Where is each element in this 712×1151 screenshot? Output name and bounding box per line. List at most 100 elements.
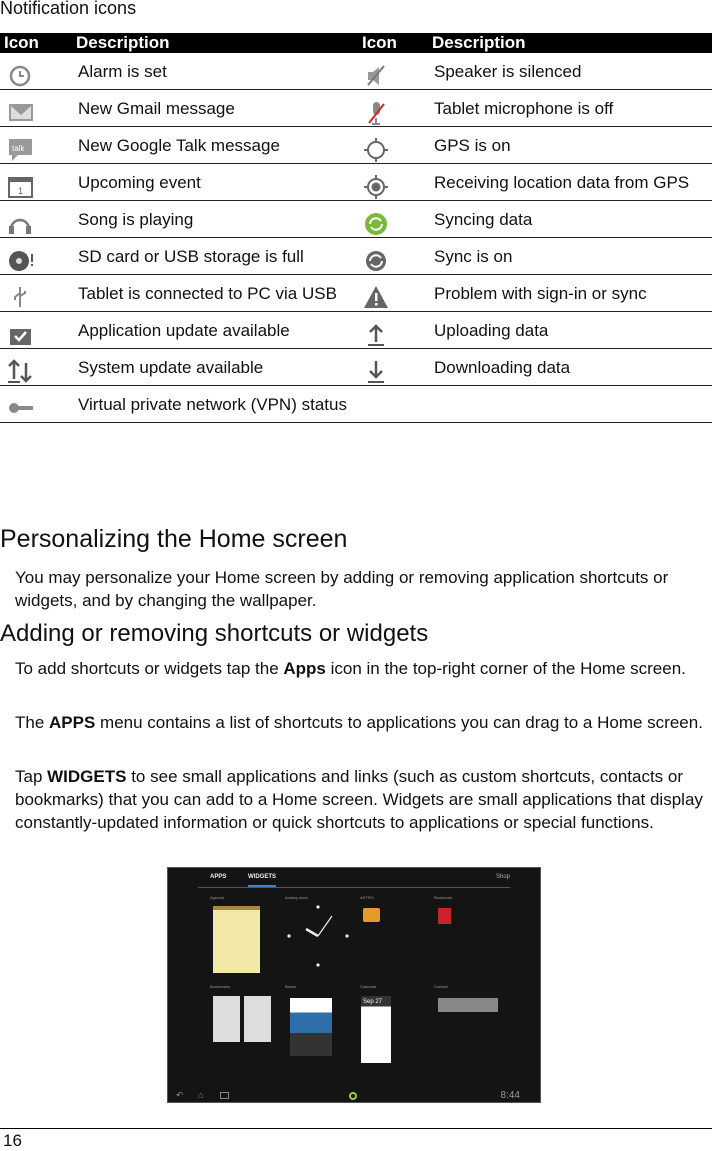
icon-cell (0, 89, 72, 127)
system-update-icon (8, 359, 32, 383)
icon-cell (358, 53, 428, 90)
analog-clock-widget (287, 905, 349, 967)
icon-cell (358, 237, 428, 275)
description-cell: Speaker is silenced (428, 53, 712, 90)
description-cell: SD card or USB storage is full (72, 237, 358, 275)
icon-cell (358, 200, 428, 238)
widget-label: ASTRO (360, 895, 374, 900)
icon-cell (0, 311, 72, 349)
microphone-off-icon (368, 102, 385, 125)
icon-cell (358, 274, 428, 312)
icon-cell (0, 385, 72, 423)
calendar-widget: Sep 27 (361, 996, 391, 1063)
col-header: Description (428, 33, 712, 53)
gmail-icon (9, 104, 33, 121)
section-heading: Adding or removing shortcuts or widgets (0, 620, 429, 647)
calendar-date: Sep 27 (363, 999, 383, 1005)
section-heading: Personalizing the Home screen (0, 525, 348, 553)
description-cell: Tablet is connected to PC via USB (72, 274, 358, 312)
icon-cell: 1 (0, 163, 72, 201)
calendar-icon: 1 (8, 177, 33, 198)
vpn-key-icon (9, 403, 33, 413)
icon-cell (0, 274, 72, 312)
description-cell: Alarm is set (72, 53, 358, 90)
table-row: Application update available Uploading da… (0, 311, 712, 349)
table-row: System update available Downloading data (0, 348, 712, 386)
paragraph: You may personalize your Home screen by … (15, 568, 669, 610)
widgets-screenshot: APPS WIDGETS Shop Agenda Analog clock AS… (167, 867, 541, 1103)
svg-text:1: 1 (18, 186, 23, 196)
home-indicator-icon (349, 1092, 357, 1100)
table-row: talk New Google Talk message GPS is on (0, 126, 712, 164)
home-icon: ⌂ (198, 1090, 204, 1100)
description-cell: Tablet microphone is off (428, 89, 712, 127)
icon-cell (0, 237, 72, 275)
description-cell: Uploading data (428, 311, 712, 349)
paragraph: To add shortcuts or widgets tap the Apps… (15, 659, 686, 678)
table-caption: Notification icons (0, 0, 137, 18)
widget-label: Analog clock (285, 895, 308, 900)
icon-cell (358, 311, 428, 349)
table-row: Virtual private network (VPN) status (0, 385, 712, 423)
icon-cell: talk (0, 126, 72, 164)
shop-link: Shop (495, 874, 510, 880)
description-cell: Song is playing (72, 200, 358, 238)
description-cell: Sync is on (428, 237, 712, 275)
icon-cell (358, 126, 428, 164)
widget-label: Calendar (360, 984, 377, 989)
tab-widgets: WIDGETS (248, 874, 276, 887)
download-icon (368, 361, 384, 383)
recent-apps-icon (220, 1092, 229, 1099)
table-row: 1 Upcoming event Receiving location data f… (0, 163, 712, 201)
talk-icon: talk (9, 139, 32, 161)
widget-label: Books (285, 984, 297, 989)
description-cell: GPS is on (428, 126, 712, 164)
widget-label: Agenda (210, 895, 224, 900)
usb-icon (14, 287, 26, 307)
col-header: Icon (0, 33, 72, 53)
contact-widget (438, 998, 498, 1012)
description-cell (428, 385, 712, 423)
tab-apps: APPS (210, 874, 227, 880)
col-header: Description (72, 33, 358, 53)
footer-rule (0, 1128, 712, 1129)
widget-label: Bookmarks (210, 984, 231, 989)
gps-icon (364, 138, 388, 162)
col-header: Icon (358, 33, 428, 53)
table-row: SD card or USB storage is full Sync is on (0, 237, 712, 275)
table-row: New Gmail message Tablet microphone is of… (0, 89, 712, 127)
icon-cell (0, 200, 72, 238)
description-cell: Receiving location data from GPS (428, 163, 712, 201)
description-cell: Downloading data (428, 348, 712, 386)
back-icon: ↶ (176, 1090, 184, 1100)
page-number: 16 (3, 1131, 22, 1150)
bookmarks-widget (213, 996, 273, 1042)
books-widget (290, 998, 332, 1056)
alarm-icon (9, 65, 31, 87)
icon-cell (358, 163, 428, 201)
gps-receiving-icon (364, 175, 388, 199)
clock-readout: 8:44 (500, 1090, 520, 1101)
notification-icons-table: Icon Description Icon Description Alarm … (0, 33, 712, 423)
description-cell: Upcoming event (72, 163, 358, 201)
paragraph: Tap WIDGETS to see small applications an… (15, 767, 703, 832)
description-cell: New Gmail message (72, 89, 358, 127)
screenshot-tabs: APPS WIDGETS Shop (198, 868, 510, 888)
bookmark-icon (438, 908, 451, 924)
table-row: Tablet is connected to PC via USB Problem… (0, 274, 712, 312)
astro-folder-icon (363, 908, 380, 922)
sd-card-full-icon (9, 251, 33, 271)
paragraph: The APPS menu contains a list of shortcu… (15, 713, 703, 732)
widget-label: Contact (434, 984, 448, 989)
headphones-icon (9, 218, 31, 234)
description-cell: Problem with sign-in or sync (428, 274, 712, 312)
description-cell: Application update available (72, 311, 358, 349)
icon-cell (0, 348, 72, 386)
icon-cell (358, 385, 428, 423)
description-cell: Virtual private network (VPN) status (72, 385, 358, 423)
table-row: Song is playing Syncing data (0, 200, 712, 238)
warning-icon (364, 286, 388, 308)
widget-label: Bookmark (434, 895, 453, 900)
sync-active-icon (365, 213, 387, 235)
table-row: Alarm is set Speaker is silenced (0, 53, 712, 90)
